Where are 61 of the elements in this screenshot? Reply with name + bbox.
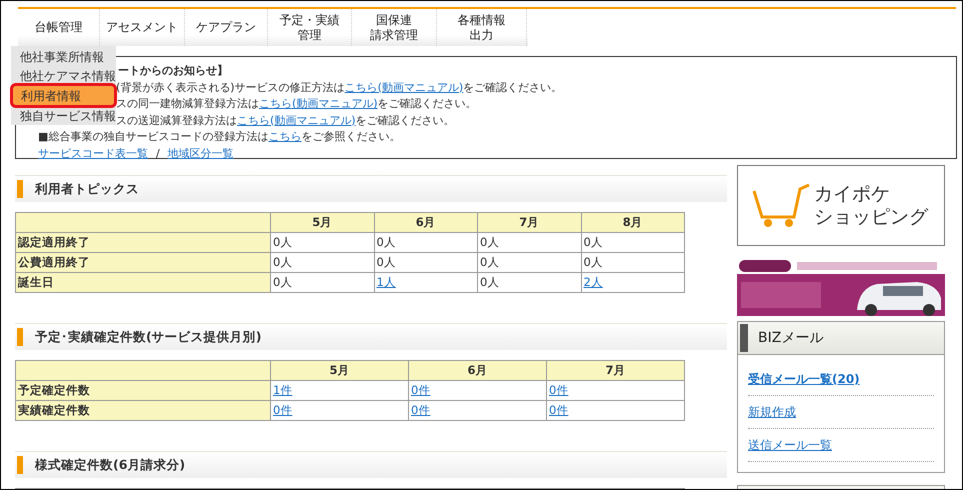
notice-text: ■総合事業の独自サービスコードの登録方法はこちら をご参照ください。 <box>38 130 400 143</box>
column-header: 5月 <box>270 360 408 380</box>
cart-icon <box>752 182 810 228</box>
count-link[interactable]: 0件 <box>411 383 430 397</box>
table-cell: 0人 <box>270 272 374 292</box>
column-header: 6月 <box>408 360 546 380</box>
section-title: 利用者トピックス <box>35 180 139 198</box>
notice-text: (背景が赤く表示される)サービスの修正方法はこちら(動画マニュアル)をご確認ください。 <box>116 80 562 94</box>
dropdown-item[interactable]: 他社事業所情報 <box>12 47 115 66</box>
section-title: 予定･実績確定件数(サービス提供月別) <box>35 328 262 346</box>
count-link[interactable]: 0件 <box>549 403 568 417</box>
dropdown-item[interactable]: 利用者情報 <box>13 86 114 105</box>
count-link[interactable]: 0件 <box>273 403 292 417</box>
link-separator: / <box>156 146 160 162</box>
column-header: 8月 <box>581 212 684 232</box>
row-label: 公費適用終了 <box>16 252 270 272</box>
table-cell: 0人 <box>478 272 581 292</box>
shop-logo-text: カイポケ <box>814 182 891 206</box>
row-label: 実績確定件数 <box>16 400 270 420</box>
table-cell: 0人 <box>374 252 478 272</box>
notice-title: ートからのお知らせ】 <box>118 64 228 77</box>
count-link[interactable]: 1件 <box>273 383 292 397</box>
table-cell: 0人 <box>374 232 478 252</box>
table-cell: 0人 <box>581 252 684 272</box>
manual-link[interactable]: こちら(動画マニュアル) <box>259 97 378 110</box>
panel-title: BIZメール <box>758 329 824 347</box>
table-cell: 0人 <box>270 232 374 252</box>
list-link[interactable]: サービスコード表一覧 <box>38 146 148 162</box>
column-header: 6月 <box>374 212 478 232</box>
table-cell: 0人 <box>581 232 684 252</box>
manual-link[interactable]: こちら(動画マニュアル) <box>344 80 464 94</box>
table-cell: 0人 <box>478 252 581 272</box>
menu-tab[interactable]: 各種情報 出力 <box>437 9 527 46</box>
row-label: 認定適用終了 <box>16 232 270 252</box>
notice-text: スの同一建物減算登録方法はこちら(動画マニュアル)をご確認ください。 <box>116 97 477 110</box>
manual-link[interactable]: こちら(動画マニュアル) <box>237 114 356 126</box>
column-header: 5月 <box>270 212 374 232</box>
count-link[interactable]: 0件 <box>549 383 568 397</box>
dropdown-item[interactable]: 他社ケアマネ情報 <box>12 66 115 85</box>
table-cell: 0人 <box>478 232 581 252</box>
marker-icon <box>740 324 748 352</box>
row-label: 誕生日 <box>16 272 270 292</box>
list-link[interactable]: 地域区分一覧 <box>168 146 234 162</box>
mail-link[interactable]: 受信メール一覧(20) <box>748 372 860 386</box>
shop-logo-text: ショッピング <box>814 206 928 228</box>
manual-link[interactable]: こちら <box>268 130 302 143</box>
section-title: 様式確定件数(6月請求分) <box>35 456 186 474</box>
menu-tab[interactable]: ケアプラン <box>185 9 268 46</box>
column-header: 7月 <box>478 212 581 232</box>
mail-link[interactable]: 送信メール一覧 <box>748 438 832 452</box>
count-link[interactable]: 2人 <box>584 275 603 289</box>
dropdown-item[interactable]: 独自サービス情報 <box>12 106 115 125</box>
menu-tab[interactable]: 国保連 請求管理 <box>352 9 437 46</box>
row-label: 予定確定件数 <box>16 380 270 400</box>
table-cell: 0人 <box>270 252 374 272</box>
mail-link[interactable]: 新規作成 <box>748 405 796 419</box>
notice-text: スの送迎減算登録方法はこちら(動画マニュアル)をご確認ください。 <box>116 114 455 126</box>
count-link[interactable]: 1人 <box>376 275 396 289</box>
count-link[interactable]: 0件 <box>411 403 430 417</box>
menu-tab[interactable]: 予定・実績 管理 <box>268 9 352 46</box>
column-header: 7月 <box>546 360 684 380</box>
